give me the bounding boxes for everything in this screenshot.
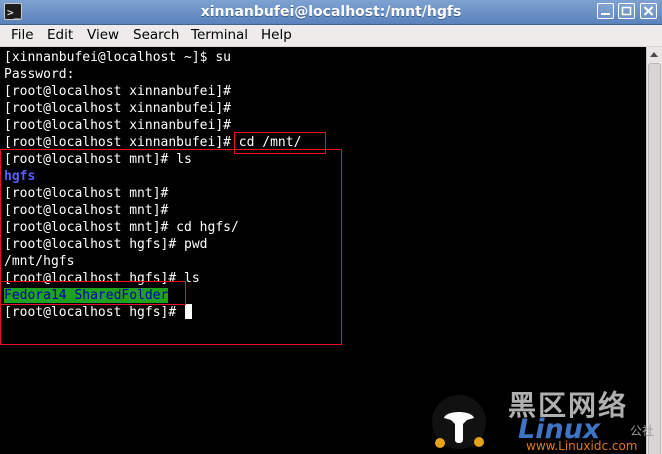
terminal-window: >_ xinnanbufei@localhost:/mnt/hgfs File …	[0, 0, 662, 454]
terminal-line: [root@localhost xinnanbufei]#	[4, 118, 231, 133]
terminal-line: [xinnanbufei@localhost ~]$ su	[4, 50, 231, 65]
minimize-button[interactable]	[597, 3, 614, 19]
maximize-button[interactable]	[618, 3, 635, 19]
menu-edit[interactable]: Edit	[47, 25, 73, 46]
terminal-line: Password:	[4, 67, 75, 82]
terminal-line: [root@localhost xinnanbufei]#	[4, 101, 231, 116]
close-button[interactable]	[640, 3, 657, 19]
title-bar[interactable]: >_ xinnanbufei@localhost:/mnt/hgfs	[0, 0, 662, 25]
site-watermark: 黑区网络 Linux 公社 www.Linuxidc.com	[430, 384, 662, 454]
watermark-url: www.Linuxidc.com	[526, 439, 638, 453]
close-icon	[643, 6, 654, 16]
minimize-icon	[601, 13, 610, 15]
menu-bar: File Edit View Search Terminal Help	[0, 25, 662, 47]
terminal-line: [root@localhost xinnanbufei]#	[4, 84, 231, 99]
maximize-icon	[621, 6, 632, 16]
annotation-box-shared-folder	[0, 281, 186, 305]
menu-view[interactable]: View	[87, 25, 119, 46]
menu-terminal[interactable]: Terminal	[191, 25, 248, 46]
annotation-box-commands	[0, 149, 342, 345]
window-title: xinnanbufei@localhost:/mnt/hgfs	[200, 4, 462, 20]
menu-help[interactable]: Help	[261, 25, 292, 46]
scroll-up-arrow-icon[interactable]	[650, 52, 658, 57]
tux-penguin-logo-icon	[432, 395, 486, 449]
menu-search[interactable]: Search	[133, 25, 179, 46]
menu-file[interactable]: File	[11, 25, 34, 46]
watermark-suffix: 公社	[630, 424, 655, 438]
